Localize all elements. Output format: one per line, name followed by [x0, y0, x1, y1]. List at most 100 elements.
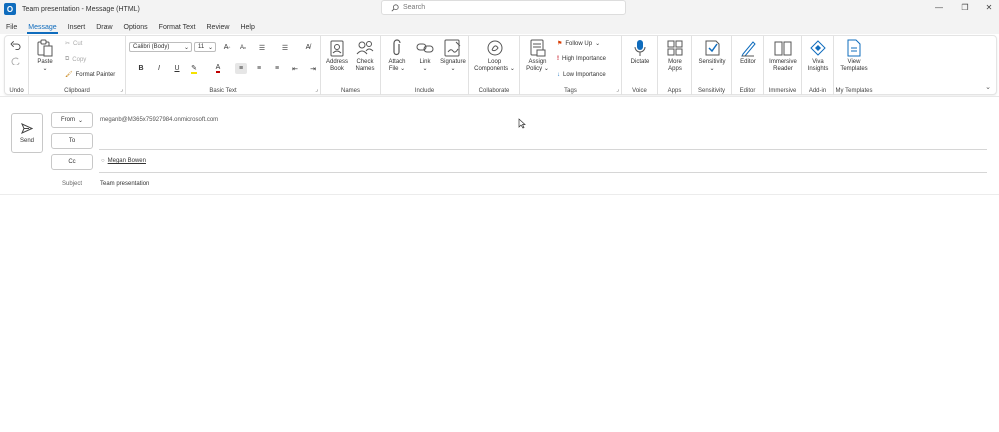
paperclip-icon [388, 39, 406, 57]
undo-button[interactable] [10, 40, 21, 50]
format-painter-button[interactable]: 🖌 Format Painter [65, 71, 115, 79]
check-names-label: Check Names [355, 59, 375, 72]
underline-button[interactable]: U [171, 63, 183, 74]
tab-message[interactable]: Message [22, 24, 61, 34]
loop-components-button[interactable]: Loop Components ⌄ [471, 39, 518, 73]
tab-insert[interactable]: Insert [62, 24, 91, 34]
tab-file[interactable]: File [0, 24, 22, 34]
dictate-button[interactable]: Dictate [625, 39, 655, 66]
undo-group: Undo [5, 36, 29, 95]
immersive-reader-label: Immersive Reader [769, 59, 797, 72]
decrease-indent-icon[interactable]: ⇤ [289, 63, 301, 74]
clear-formatting-icon[interactable]: A̸ [302, 42, 314, 53]
cc-recipient[interactable]: ○ Megan Bowen [101, 158, 146, 164]
chevron-down-icon: ⌄ [207, 44, 213, 51]
numbering-icon[interactable]: ☰ [279, 42, 291, 53]
cut-button[interactable]: ✂ Cut [65, 40, 82, 48]
immersive-group-label: Immersive [768, 88, 797, 94]
align-right-icon[interactable]: ≡ [271, 63, 283, 74]
bullets-icon[interactable]: ☰ [256, 42, 268, 53]
tags-launcher-icon[interactable]: ⌟ [616, 86, 619, 93]
exclamation-icon: ! [557, 56, 559, 62]
copy-button[interactable]: ⧉ Copy [65, 56, 86, 63]
increase-indent-icon[interactable]: ⇥ [307, 63, 319, 74]
font-size-value: 11 [198, 44, 205, 50]
link-label: Link [419, 59, 431, 65]
align-left-icon[interactable]: ≡ [235, 63, 247, 74]
viva-insights-button[interactable]: Viva Insights [804, 39, 832, 73]
follow-up-label: Follow Up [565, 40, 593, 47]
search-box[interactable]: Search [381, 0, 626, 15]
low-importance-button[interactable]: ↓ Low Importance [557, 72, 606, 78]
basic-text-group: Calibri (Body) ⌄ 11 ⌄ A ^ Av ☰ ☰ A̸ B I U… [126, 36, 321, 95]
tab-format-text[interactable]: Format Text [153, 24, 201, 34]
tab-review[interactable]: Review [201, 24, 235, 34]
italic-button[interactable]: I [153, 63, 165, 74]
clipboard-group: Paste ⌄ ✂ Cut ⧉ Copy 🖌 Format Painter Clipbo… [29, 36, 126, 95]
from-label: From [60, 117, 75, 123]
font-size-select[interactable]: 11 ⌄ [194, 42, 216, 52]
tab-options[interactable]: Options [118, 24, 153, 34]
font-color-icon[interactable]: A [212, 63, 224, 74]
attach-file-label: Attach File [388, 59, 406, 72]
search-placeholder: Search [403, 4, 426, 11]
to-button[interactable]: To [51, 133, 93, 149]
names-group: Address Book Check Names Names [321, 36, 381, 95]
collapse-ribbon-icon[interactable]: ⌄ [985, 83, 991, 91]
sensitivity-group: Sensitivity ⌄ Sensitivity [692, 36, 732, 95]
high-importance-button[interactable]: ! High Importance [557, 56, 606, 62]
collaborate-group-label: Collaborate [478, 88, 510, 94]
cc-label: Cc [68, 159, 76, 165]
redo-icon [11, 57, 20, 65]
tab-help[interactable]: Help [234, 24, 259, 34]
cc-underline [99, 172, 987, 173]
font-name-select[interactable]: Calibri (Body) ⌄ [129, 42, 192, 52]
shrink-font-icon[interactable]: Av [237, 42, 249, 53]
clipboard-launcher-icon[interactable]: ⌟ [120, 86, 123, 93]
immersive-reader-button[interactable]: Immersive Reader [766, 39, 800, 73]
link-button[interactable]: Link ⌄ [414, 39, 436, 73]
restore-button[interactable]: ❐ [953, 0, 977, 14]
tab-draw[interactable]: Draw [90, 24, 117, 34]
high-importance-label: High Importance [562, 56, 607, 62]
more-apps-button[interactable]: More Apps [661, 39, 689, 73]
from-button[interactable]: From ⌄ [51, 112, 93, 128]
address-book-icon [328, 39, 346, 57]
address-book-button[interactable]: Address Book [325, 39, 349, 73]
subject-input[interactable]: Team presentation [100, 181, 149, 187]
align-center-icon[interactable]: ≡ [253, 63, 265, 74]
link-icon [416, 39, 434, 57]
microphone-icon [631, 39, 649, 57]
tags-group-label: Tags [564, 88, 577, 94]
view-templates-button[interactable]: View Templates [836, 39, 872, 73]
loop-icon [486, 39, 504, 57]
grow-font-icon[interactable]: A ^ [221, 42, 233, 53]
outlook-app-icon: O [4, 3, 16, 15]
follow-up-button[interactable]: ⚑ Follow Up ⌄ [557, 40, 600, 48]
editor-group: Editor Editor [732, 36, 764, 95]
addin-group-label: Add-in [808, 88, 827, 94]
basic-text-launcher-icon[interactable]: ⌟ [315, 86, 318, 93]
low-importance-label: Low Importance [563, 72, 606, 78]
check-names-button[interactable]: Check Names [353, 39, 377, 73]
names-group-label: Names [340, 88, 360, 94]
voice-group: Dictate Voice [622, 36, 658, 95]
highlight-icon[interactable]: ✎ [188, 63, 200, 74]
close-button[interactable]: ✕ [977, 0, 999, 14]
apps-grid-icon [666, 39, 684, 57]
cc-button[interactable]: Cc [51, 154, 93, 170]
sensitivity-button[interactable]: Sensitivity ⌄ [694, 39, 730, 73]
signature-button[interactable]: Signature ⌄ [439, 39, 467, 73]
bold-button[interactable]: B [135, 63, 147, 74]
compose-pane: Send From ⌄ meganb@M365x75927984.onmicro… [0, 96, 999, 432]
send-button[interactable]: Send [11, 113, 43, 153]
paste-button[interactable]: Paste ⌄ [33, 39, 57, 73]
minimize-button[interactable]: — [927, 0, 951, 14]
clipboard-group-label: Clipboard [64, 88, 90, 94]
attach-file-button[interactable]: Attach File ⌄ [385, 39, 409, 73]
assign-policy-button[interactable]: Assign Policy ⌄ [523, 39, 552, 73]
editor-label: Editor [740, 59, 756, 65]
editor-button[interactable]: Editor [734, 39, 762, 66]
redo-button[interactable] [10, 55, 21, 65]
undo-icon [10, 41, 21, 50]
